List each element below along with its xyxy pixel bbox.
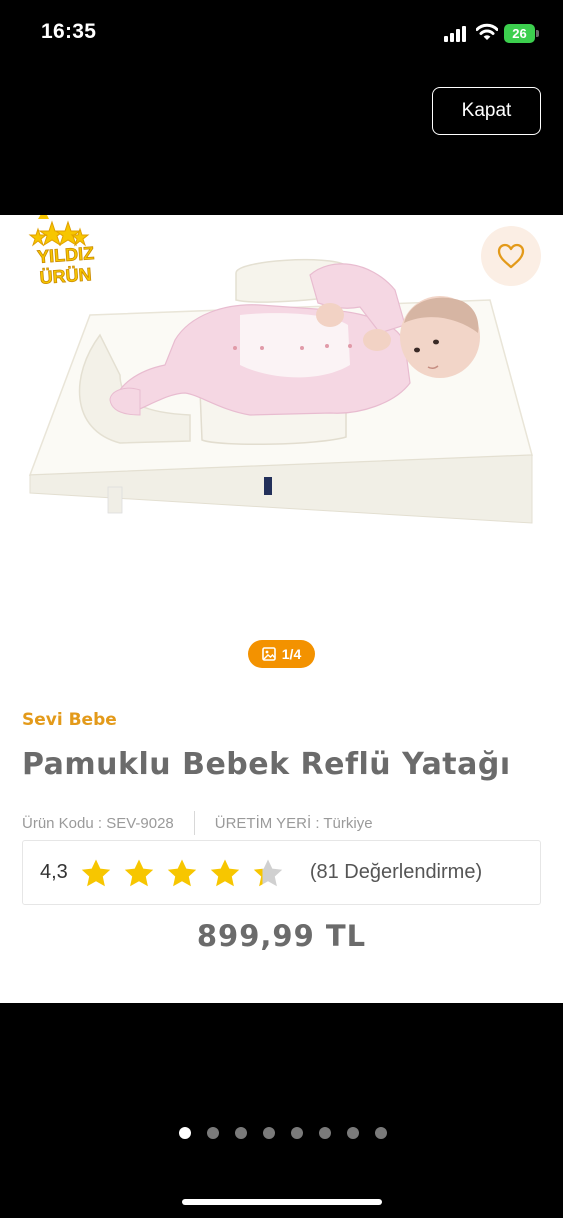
product-card: YILDIZ ÜRÜN 1/4 Sevi Bebe Pamuklu Bebek … [0,215,563,1003]
star-icon [124,859,154,886]
status-bar: 16:35 26 [0,0,563,70]
star-icon [210,859,240,886]
star-icon [253,859,283,886]
meta-divider [193,811,195,835]
status-time: 16:35 [41,20,97,43]
product-price: 899,99 TL [196,919,367,953]
pager-dot[interactable] [263,1127,275,1139]
star-icon [81,859,111,886]
pager-dot[interactable] [291,1127,303,1139]
battery-cap [536,30,539,37]
image-counter: 1/4 [248,640,315,668]
brand-link[interactable]: Sevi Bebe [22,710,117,730]
product-code: Ürün Kodu : SEV-9028 [22,814,174,832]
pager-dot[interactable] [347,1127,359,1139]
label-tag [264,477,272,495]
heart-icon [497,243,525,269]
product-image[interactable]: YILDIZ ÜRÜN [0,215,563,635]
rating-count: (81 Değerlendirme) [309,861,483,883]
rating-value: 4,3 [40,861,68,883]
image-icon [261,647,276,661]
pager-dot[interactable] [235,1127,247,1139]
home-indicator[interactable] [182,1199,382,1205]
battery-icon: 26 [504,24,539,43]
pager-dot[interactable] [179,1127,191,1139]
signal-icon [444,26,466,42]
badge-text-line1: YILDIZ [36,243,94,267]
star-icon [167,859,197,886]
pager-dot[interactable] [319,1127,331,1139]
product-origin: ÜRETİM YERİ : Türkiye [214,814,373,832]
pager-dot[interactable] [207,1127,219,1139]
carousel-pager [179,1127,387,1139]
product-meta: Ürün Kodu : SEV-9028 ÜRETİM YERİ : Türki… [22,811,373,835]
favorite-button[interactable] [481,226,541,286]
rating-box[interactable]: 4,3 (81 Değerlendirme) [22,840,541,905]
pager-dot[interactable] [375,1127,387,1139]
image-counter-text: 1/4 [281,646,302,662]
rating-stars [80,858,284,888]
battery-level: 26 [504,24,535,43]
star-badge: YILDIZ ÜRÜN [28,215,95,288]
badge-text-line2: ÜRÜN [39,264,92,288]
close-button[interactable]: Kapat [432,87,541,135]
wifi-icon [476,23,498,40]
product-title: Pamuklu Bebek Reflü Yatağı [22,747,511,782]
